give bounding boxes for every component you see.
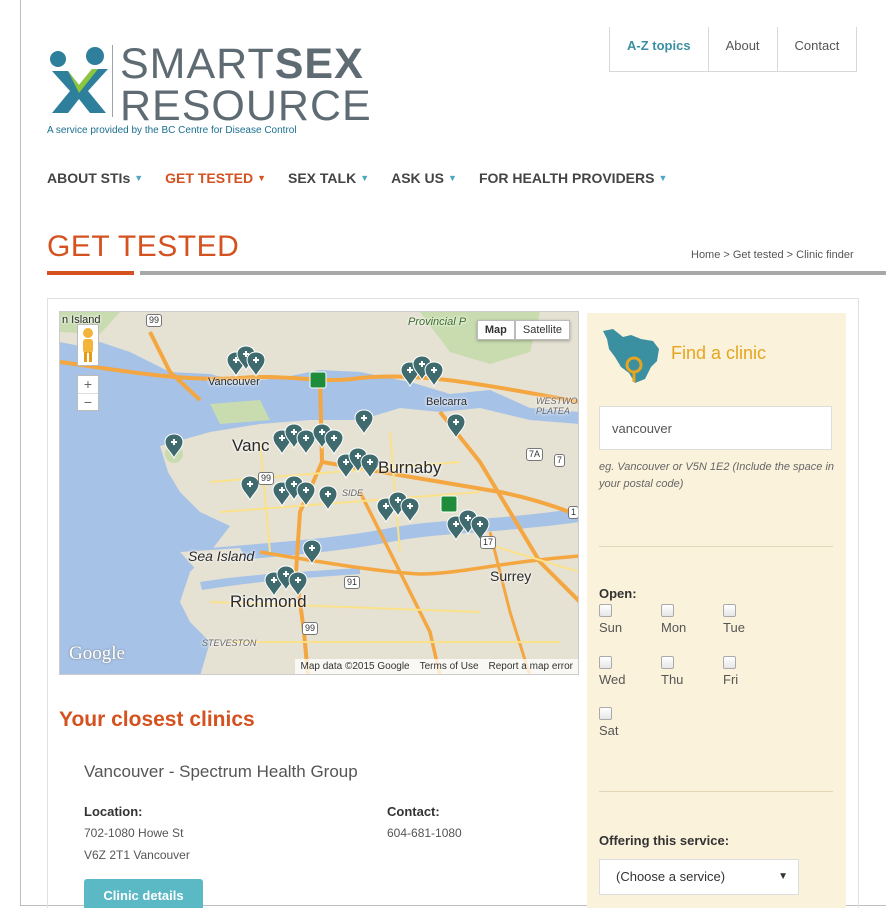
caret-down-icon: ▼ (360, 173, 370, 183)
nav-sex-talk[interactable]: SEX TALK ▼ (288, 170, 369, 186)
highway-shield: 91 (344, 576, 361, 589)
day-checkbox-wed[interactable]: Wed (599, 656, 626, 687)
nav-about[interactable]: About (709, 27, 778, 72)
nav-contact[interactable]: Contact (778, 27, 858, 72)
clinic-phone[interactable]: 604-681-1080 (387, 823, 462, 844)
clinic-markers (164, 345, 490, 597)
logo-text-resource: RESOURCE (120, 82, 372, 130)
checkbox[interactable] (723, 604, 736, 617)
highway-shield: 17 (480, 536, 497, 549)
logo-divider (112, 45, 113, 117)
find-clinic-title: Find a clinic (671, 343, 767, 363)
service-select-value: (Choose a service) (616, 869, 726, 884)
service-select[interactable]: (Choose a service) ▼ (599, 859, 799, 895)
map-label-sea-island: Sea Island (188, 548, 255, 564)
main-nav: ABOUT STIs ▼ GET TESTED ▼ SEX TALK ▼ ASK US… (47, 170, 689, 186)
checkbox[interactable] (599, 707, 612, 720)
nav-get-tested[interactable]: GET TESTED ▼ (165, 170, 266, 186)
breadcrumb[interactable]: Home > Get tested > Clinic finder (691, 249, 854, 261)
nav-ask-us[interactable]: ASK US ▼ (391, 170, 457, 186)
terms-of-use-link[interactable]: Terms of Use (415, 659, 484, 674)
title-underline (140, 271, 886, 275)
map-label-provincial-park: Provincial P (408, 316, 467, 328)
map-label-belcarra: Belcarra (426, 396, 467, 408)
caret-down-icon: ▼ (658, 173, 668, 183)
map-type-satellite-button[interactable]: Satellite (514, 320, 570, 340)
logo-tagline: A service provided by the BC Centre for … (47, 125, 297, 136)
search-hint: eg. Vancouver or V5N 1E2 (Include the sp… (599, 461, 835, 490)
nav-for-health-providers[interactable]: FOR HEALTH PROVIDERS ▼ (479, 170, 667, 186)
day-checkbox-mon[interactable]: Mon (661, 604, 686, 635)
contact-label: Contact: (387, 804, 440, 819)
zoom-out-button[interactable]: − (78, 393, 98, 410)
map-footer: Map data ©2015 Google Terms of Use Repor… (295, 659, 578, 674)
map-label-north-vancouver: Vancouver (208, 376, 260, 388)
caret-down-icon: ▼ (134, 173, 144, 183)
highway-shield: 99 (302, 622, 319, 635)
utility-nav: A-Z topics About Contact (609, 27, 858, 72)
map-type-map-button[interactable]: Map (476, 320, 515, 340)
checkbox[interactable] (661, 604, 674, 617)
checkbox[interactable] (599, 604, 612, 617)
checkbox[interactable] (723, 656, 736, 669)
bc-map-pin-icon (603, 329, 659, 383)
caret-down-icon: ▼ (448, 173, 457, 183)
logo-figure-icon (50, 47, 108, 113)
report-map-error-link[interactable]: Report a map error (484, 659, 578, 674)
google-logo: Google (69, 643, 125, 664)
highway-shield: 7A (526, 448, 544, 461)
day-checkbox-sat[interactable]: Sat (599, 707, 619, 738)
nav-az-topics[interactable]: A-Z topics (610, 27, 709, 72)
map-label-plateau: PLATEA (536, 406, 570, 416)
map-label-westwood: WESTWO (536, 396, 578, 406)
map-label-surrey: Surrey (490, 568, 532, 584)
zoom-in-button[interactable]: + (78, 376, 98, 393)
title-underline-accent (47, 271, 134, 275)
logo-text-smartsex: SMARTSEX (120, 40, 364, 88)
highway-shield: 7 (554, 454, 566, 467)
day-checkbox-sun[interactable]: Sun (599, 604, 622, 635)
map-label-burnaby: Burnaby (378, 458, 442, 477)
map-label-richmond: Richmond (230, 592, 307, 611)
open-label: Open: (599, 586, 637, 601)
highway-shield: 99 (146, 314, 163, 327)
sidebar-divider (599, 546, 833, 547)
closest-clinics-heading: Your closest clinics (59, 708, 255, 731)
zoom-control: + − (77, 375, 99, 411)
caret-down-icon: ▼ (257, 173, 266, 183)
service-label: Offering this service: (599, 833, 730, 848)
map-type-control: Map Satellite (476, 320, 570, 340)
page-title: GET TESTED (47, 230, 240, 263)
checkbox[interactable] (599, 656, 612, 669)
clinic-map[interactable]: n Island Provincial P Vancouver Vanc Bel… (59, 311, 579, 675)
clinic-name[interactable]: Vancouver - Spectrum Health Group (84, 762, 358, 782)
dropdown-arrow-icon: ▼ (778, 871, 788, 882)
highway-shield: 99 (258, 472, 275, 485)
pegman-icon (83, 328, 93, 362)
day-checkbox-thu[interactable]: Thu (661, 656, 683, 687)
location-search-input[interactable] (599, 406, 832, 450)
location-label: Location: (84, 804, 143, 819)
clinic-address-line2: V6Z 2T1 Vancouver (84, 848, 190, 862)
highway-shield: 1 (568, 506, 578, 519)
nav-about-stis[interactable]: ABOUT STIs ▼ (47, 170, 143, 186)
map-label-side: SIDE (342, 488, 364, 498)
map-label-vancouver: Vanc (232, 436, 270, 455)
sidebar-divider (599, 791, 833, 792)
clinic-address-line1: 702-1080 Howe St (84, 826, 184, 840)
map-label-steveston: STEVESTON (202, 638, 257, 648)
clinic-details-button[interactable]: Clinic details (84, 879, 203, 908)
day-checkbox-fri[interactable]: Fri (723, 656, 738, 687)
street-view-pegman-icon[interactable] (77, 324, 99, 366)
day-checkbox-tue[interactable]: Tue (723, 604, 745, 635)
checkbox[interactable] (661, 656, 674, 669)
map-data-credit: Map data ©2015 Google (300, 661, 410, 672)
find-clinic-sidebar: Find a clinic eg. Vancouver or V5N 1E2 (… (587, 313, 846, 908)
